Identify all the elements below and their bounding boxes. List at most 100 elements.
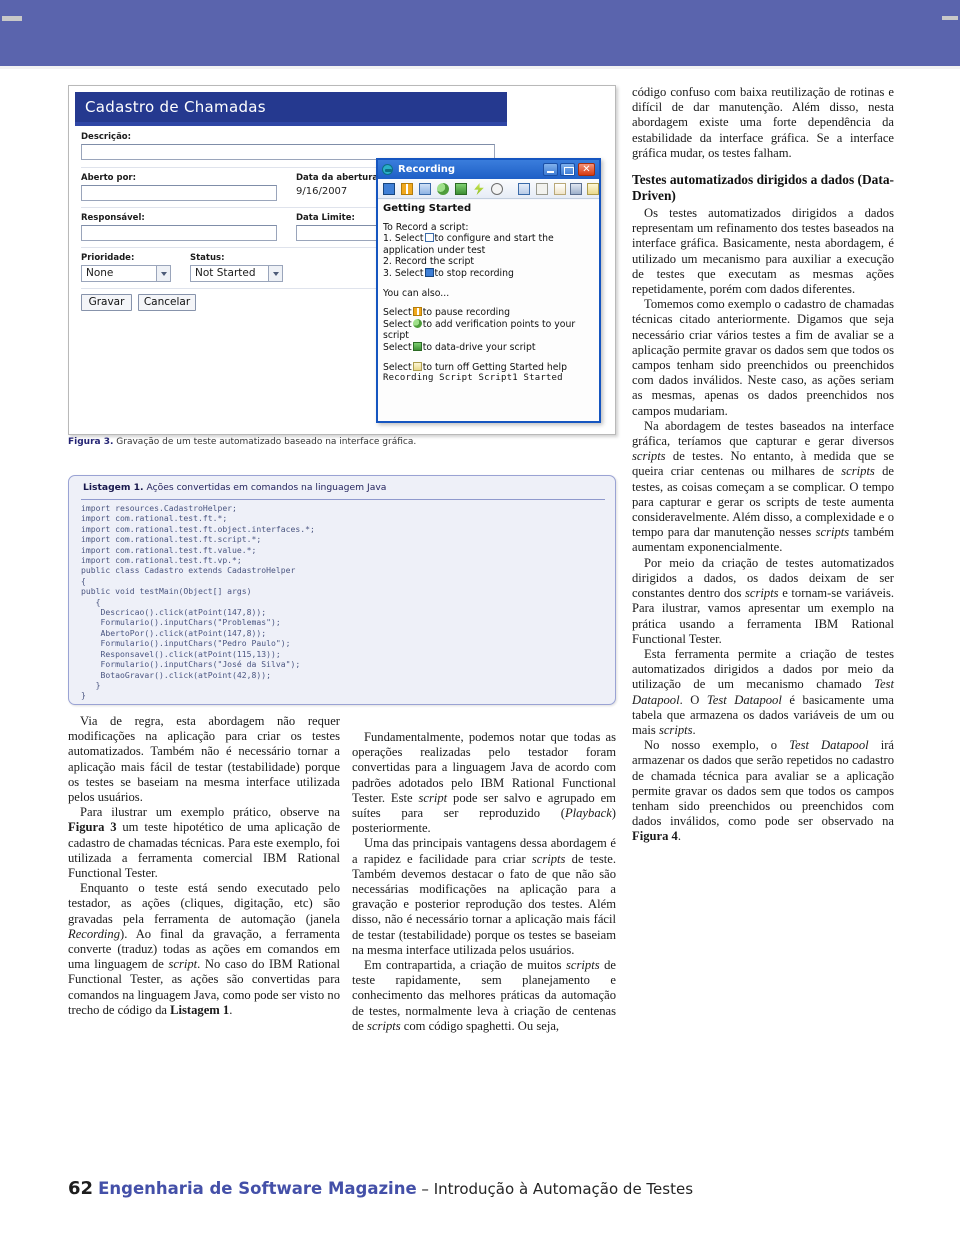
recording-app-icon <box>382 164 393 175</box>
scripts-term: scripts <box>367 1018 401 1033</box>
data-abertura-label: Data da abertura: <box>296 173 382 183</box>
col3-paragraph-2: Os testes automatizados dirigidos a dado… <box>632 206 894 297</box>
save-icon[interactable] <box>570 183 582 195</box>
crop-mark-right <box>942 16 958 20</box>
recording-term: Recording <box>68 926 120 941</box>
copy-icon[interactable] <box>536 183 548 195</box>
page-content: Cadastro de Chamadas Descrição: Aberto p… <box>0 66 960 1242</box>
col3-paragraph-5: Por meio da criação de testes automatiza… <box>632 556 894 647</box>
col3-paragraph-4: Na abordagem de testes baseados na inter… <box>632 419 894 556</box>
step-3: 3. Select to stop recording <box>383 267 594 280</box>
getting-started-heading: Getting Started <box>383 203 472 214</box>
recording-window[interactable]: Recording ✕ Getting Started To Record a … <box>376 158 601 423</box>
verification-point-inline-icon <box>412 318 422 328</box>
aberto-por-input[interactable] <box>81 185 277 201</box>
scripts-term: scripts <box>566 958 600 973</box>
gravar-button[interactable]: Gravar <box>81 294 132 311</box>
recording-status-line: Recording Script Script1 Started <box>383 373 563 384</box>
pause-recording-icon[interactable] <box>401 183 413 195</box>
cancelar-button[interactable]: Cancelar <box>138 294 196 311</box>
insert-text-icon[interactable] <box>518 183 530 195</box>
section-heading-data-driven: Testes automatizados dirigidos a dados (… <box>632 172 894 204</box>
col2-paragraph-1: Fundamentalmente, podemos notar que toda… <box>352 730 616 836</box>
col3-p6-c: . O <box>679 692 707 707</box>
scripts-term: scripts <box>531 851 566 866</box>
figura-3-ref: Figura 3 <box>68 820 117 835</box>
prioridade-select[interactable]: None <box>81 265 171 282</box>
col1-paragraph-3: Enquanto o teste está sendo executado pe… <box>68 881 340 1018</box>
verify-prefix: Select <box>383 318 412 330</box>
data-drive-icon[interactable] <box>455 183 467 195</box>
listing-1-title: Ações convertidas em comandos na linguag… <box>143 482 387 493</box>
verification-line: Select to add verification points to your… <box>383 318 594 342</box>
figura-4-ref: Figura 4 <box>632 829 678 844</box>
figure-3-caption-text: Gravação de um teste automatizado basead… <box>113 437 417 447</box>
playback-term: Playback <box>564 806 612 821</box>
scripts-term: scripts <box>632 449 666 464</box>
data-limite-label: Data Limite: <box>296 213 355 223</box>
app-window-title: Cadastro de Chamadas <box>75 92 507 122</box>
step-3-suffix: to stop recording <box>434 267 514 279</box>
listing-1-label: Listagem 1. <box>83 482 144 493</box>
datadrive-prefix: Select <box>383 341 412 353</box>
stop-recording-icon[interactable] <box>383 183 395 195</box>
test-datapool-term: Test Datapool <box>789 738 869 753</box>
footer-separator: – <box>416 1180 434 1198</box>
figure-3-block: Cadastro de Chamadas Descrição: Aberto p… <box>68 85 616 447</box>
script-term: script <box>168 957 198 972</box>
col2-paragraph-2: Uma das principais vantagens dessa abord… <box>352 836 616 958</box>
listing-1-header: Listagem 1. Ações convertidas em comando… <box>69 476 615 498</box>
datadrive-suffix: to data-drive your script <box>422 341 536 353</box>
step-1: 1. Select to configure and start the appl… <box>383 233 594 256</box>
prioridade-label: Prioridade: <box>81 253 135 263</box>
col1-paragraph-2: Para ilustrar um exemplo prático, observ… <box>68 805 340 881</box>
col3-p7-e: . <box>677 829 681 844</box>
listing-1-block: Listagem 1. Ações convertidas em comando… <box>68 475 616 705</box>
col3-p6-g: . <box>692 722 696 737</box>
column-1: Via de regra, esta abordagem não requer … <box>68 714 340 1018</box>
chevron-down-icon[interactable] <box>268 266 282 281</box>
help-icon[interactable] <box>491 183 503 195</box>
getting-started-toggle-icon[interactable] <box>587 183 599 195</box>
page-top-band <box>0 0 960 69</box>
verification-point-icon[interactable] <box>437 183 449 195</box>
status-select[interactable]: Not Started <box>190 265 283 282</box>
col2-paragraph-3: Em contrapartida, a criação de muitos sc… <box>352 958 616 1034</box>
col1-p3-g: . <box>229 1002 233 1017</box>
figure-3-caption: Figura 3. Gravação de um teste automatiz… <box>68 437 616 447</box>
page-footer: 62 Engenharia de Software Magazine – Int… <box>68 1178 888 1199</box>
col3-paragraph-6: Esta ferramenta permite a criação de tes… <box>632 647 894 738</box>
pause-line: Select to pause recording <box>383 307 594 319</box>
to-record-line: To Record a script: <box>383 221 469 233</box>
lightning-icon[interactable] <box>474 183 484 195</box>
col2-p3-a: Em contrapartida, a criação de muitos <box>364 958 567 973</box>
aberto-por-label: Aberto por: <box>81 173 136 183</box>
start-application-icon[interactable] <box>419 183 431 195</box>
recording-window-title: Recording <box>398 164 456 175</box>
status-label: Status: <box>190 253 225 263</box>
you-can-also-line: You can also... <box>383 287 450 299</box>
start-application-inline-icon <box>424 233 434 243</box>
step-1-prefix: 1. Select <box>383 233 424 245</box>
chevron-down-icon[interactable] <box>156 266 170 281</box>
responsavel-input[interactable] <box>81 225 277 241</box>
maximize-button[interactable] <box>560 163 575 176</box>
col3-paragraph-3: Tomemos como exemplo o cadastro de chama… <box>632 297 894 418</box>
column-2: Fundamentalmente, podemos notar que toda… <box>352 730 616 1034</box>
datadrive-line: Select to data-drive your script <box>383 341 594 354</box>
pause-prefix: Select <box>383 307 412 319</box>
minimize-button[interactable] <box>543 163 558 176</box>
status-selected-value: Not Started <box>195 267 256 279</box>
col2-p3-e: com código spaghetti. Ou seja, <box>400 1018 560 1033</box>
edit-pencil-icon[interactable] <box>554 183 566 195</box>
scripts-term: scripts <box>815 525 850 540</box>
col3-paragraph-1: código confuso com baixa reutilização de… <box>632 85 894 160</box>
close-button[interactable]: ✕ <box>578 163 595 176</box>
page-number: 62 <box>68 1178 94 1199</box>
recording-toolbar <box>378 179 599 199</box>
col1-paragraph-1: Via de regra, esta abordagem não requer … <box>68 714 340 805</box>
figure-3-caption-label: Figura 3. <box>68 437 114 447</box>
listing-1-code: import resources.CadastroHelper; import … <box>81 503 315 701</box>
